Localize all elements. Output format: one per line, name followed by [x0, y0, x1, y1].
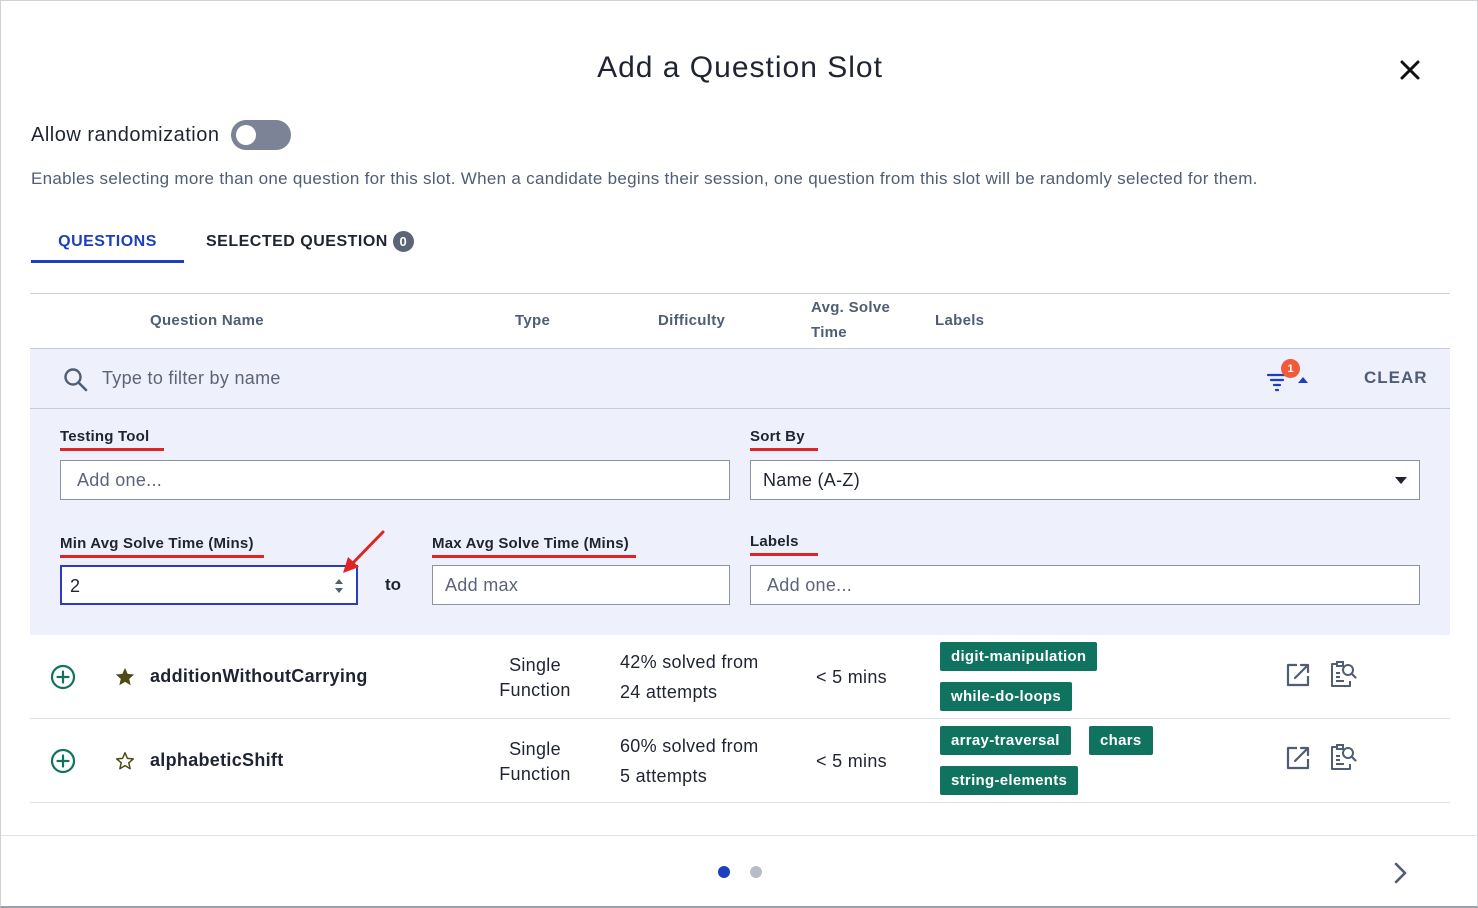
- tab-questions-label: QUESTIONS: [58, 233, 157, 250]
- question-type: Single Function: [480, 653, 590, 703]
- header-difficulty[interactable]: Difficulty: [658, 312, 725, 329]
- annotation-underline: [432, 555, 636, 558]
- sort-by-label-text: Sort By: [750, 428, 805, 445]
- max-solve-input[interactable]: [432, 565, 730, 605]
- search-input[interactable]: [102, 363, 1102, 393]
- number-spinner-icon[interactable]: [334, 577, 344, 595]
- question-type-line1: Single: [509, 655, 561, 675]
- sort-by-select[interactable]: Name (A-Z): [750, 460, 1420, 500]
- randomization-label: Allow randomization: [31, 123, 220, 146]
- footer-divider: [1, 835, 1478, 836]
- toggle-knob: [236, 125, 257, 145]
- question-type-line2: Function: [499, 764, 571, 784]
- table-row: alphabeticShift Single Function 60% solv…: [30, 719, 1450, 803]
- search-row: 1 CLEAR: [30, 349, 1450, 409]
- question-difficulty: 60% solved from 5 attempts: [620, 731, 790, 791]
- labels-filter-input[interactable]: [750, 565, 1420, 605]
- testing-tool-label: Testing Tool: [60, 428, 164, 451]
- question-name-link[interactable]: alphabeticShift: [150, 750, 284, 771]
- label-tag[interactable]: digit-manipulation: [940, 642, 1098, 671]
- modal-dialog: Add a Question Slot Allow randomization …: [0, 0, 1478, 908]
- testing-tool-input[interactable]: [60, 460, 730, 500]
- close-icon: [1400, 60, 1420, 80]
- question-difficulty-line1: 60% solved from: [620, 736, 759, 756]
- label-tag[interactable]: string-elements: [940, 766, 1079, 795]
- label-tag[interactable]: chars: [1089, 726, 1153, 755]
- preview-icon[interactable]: [1328, 659, 1358, 689]
- tab-questions[interactable]: QUESTIONS: [31, 227, 184, 263]
- max-solve-label-text: Max Avg Solve Time (Mins): [432, 535, 629, 552]
- sort-by-label: Sort By: [750, 428, 818, 451]
- header-type[interactable]: Type: [515, 312, 550, 329]
- min-solve-label-text: Min Avg Solve Time (Mins): [60, 535, 254, 552]
- tab-selected-question[interactable]: SELECTED QUESTION 0: [206, 227, 414, 263]
- clear-filters-button[interactable]: CLEAR: [1364, 368, 1428, 388]
- filter-panel: 1 CLEAR Testing Tool Sort By Name (A-Z) …: [30, 348, 1450, 635]
- star-outline-icon[interactable]: [114, 750, 136, 772]
- randomization-toggle[interactable]: [231, 120, 292, 150]
- question-solve-time: < 5 mins: [816, 751, 887, 771]
- labels-filter-label-text: Labels: [750, 533, 799, 550]
- question-difficulty-line1: 42% solved from: [620, 652, 759, 672]
- tab-selected-label: SELECTED QUESTION: [206, 233, 388, 250]
- chevron-down-icon: [1395, 477, 1407, 484]
- selected-count-badge: 0: [392, 231, 414, 252]
- min-solve-input[interactable]: [70, 574, 320, 598]
- pagination-dot-active[interactable]: [718, 866, 730, 878]
- dialog-title: Add a Question Slot: [597, 51, 883, 84]
- tab-bar: QUESTIONS SELECTED QUESTION 0: [31, 227, 414, 263]
- min-solve-label: Min Avg Solve Time (Mins): [60, 535, 264, 558]
- table-header: Question Name Type Difficulty Avg. Solve…: [30, 293, 1450, 349]
- plus-circle-icon[interactable]: [50, 748, 76, 774]
- header-labels: Labels: [935, 312, 985, 329]
- annotation-arrow-icon: [343, 530, 385, 573]
- annotation-underline: [750, 448, 818, 451]
- pagination-dot[interactable]: [750, 866, 762, 878]
- external-link-icon[interactable]: [1284, 661, 1312, 689]
- randomization-description: Enables selecting more than one question…: [31, 169, 1258, 188]
- labels-filter-label: Labels: [750, 533, 818, 556]
- external-link-icon[interactable]: [1284, 744, 1312, 772]
- table-row: additionWithoutCarrying Single Function …: [30, 635, 1450, 719]
- header-solve-time-line1[interactable]: Avg. Solve: [811, 299, 890, 316]
- annotation-underline: [750, 553, 818, 556]
- question-difficulty-line2: 5 attempts: [620, 766, 708, 786]
- star-filled-icon[interactable]: [114, 666, 136, 688]
- randomization-row: Allow randomization: [31, 120, 292, 150]
- preview-icon[interactable]: [1328, 742, 1358, 772]
- search-icon: [64, 368, 88, 392]
- question-name-link[interactable]: additionWithoutCarrying: [150, 666, 368, 687]
- chevron-right-icon: [1394, 862, 1407, 884]
- filter-count-badge: 1: [1281, 359, 1300, 378]
- sort-by-value: Name (A-Z): [763, 469, 860, 490]
- label-tag[interactable]: array-traversal: [940, 726, 1071, 755]
- question-difficulty-line2: 24 attempts: [620, 682, 718, 702]
- question-type: Single Function: [480, 737, 590, 787]
- close-button[interactable]: [1393, 53, 1427, 87]
- annotation-underline: [60, 555, 264, 558]
- filter-toggle-button[interactable]: 1: [1266, 359, 1318, 395]
- plus-circle-icon[interactable]: [50, 664, 76, 690]
- question-solve-time: < 5 mins: [816, 667, 887, 687]
- range-to-label: to: [385, 575, 402, 594]
- next-page-button[interactable]: [1387, 859, 1415, 887]
- header-solve-time-line2[interactable]: Time: [811, 324, 847, 341]
- annotation-underline: [60, 448, 164, 451]
- max-solve-label: Max Avg Solve Time (Mins): [432, 535, 636, 558]
- question-type-line1: Single: [509, 739, 561, 759]
- question-type-line2: Function: [499, 680, 571, 700]
- label-tag[interactable]: while-do-loops: [940, 682, 1073, 711]
- testing-tool-label-text: Testing Tool: [60, 428, 150, 445]
- question-difficulty: 42% solved from 24 attempts: [620, 647, 790, 707]
- header-question-name[interactable]: Question Name: [150, 312, 264, 329]
- min-solve-field[interactable]: [60, 565, 358, 605]
